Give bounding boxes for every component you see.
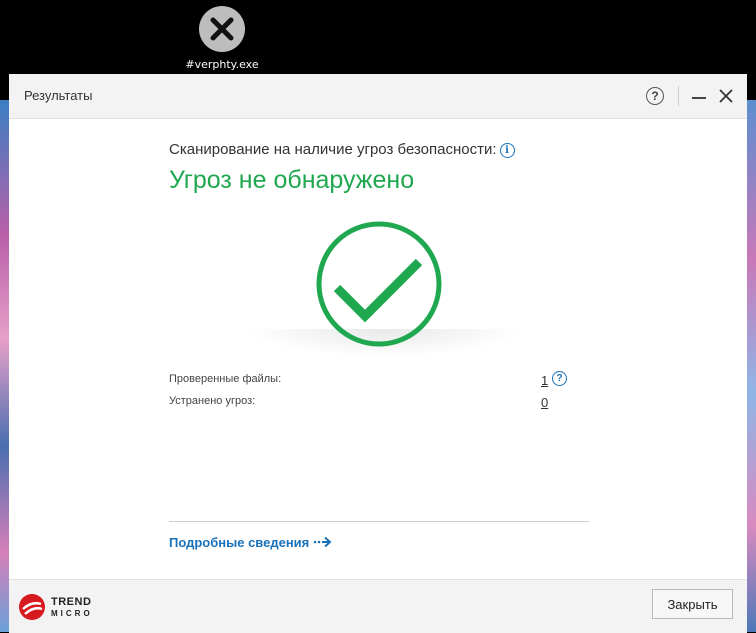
dialog-footer: TREND MICRO Закрыть: [9, 579, 747, 633]
stat-label: Устранено угроз:: [169, 395, 256, 407]
logo-line1: TREND: [51, 596, 92, 608]
desktop-wallpaper-right: [747, 100, 756, 632]
threats-fixed-count[interactable]: 0: [541, 395, 548, 410]
checked-files-count[interactable]: 1: [541, 373, 548, 388]
close-button[interactable]: Закрыть: [652, 589, 733, 619]
minimize-icon[interactable]: [692, 97, 706, 99]
info-icon[interactable]: i: [499, 143, 515, 158]
help-icon[interactable]: ?: [646, 87, 664, 105]
stat-row-checked-files: Проверенные файлы: 1 ?: [169, 371, 567, 388]
dialog-titlebar: Результаты ?: [9, 74, 747, 119]
close-circle-icon: [199, 6, 245, 52]
status-heading: Угроз не обнаружено: [169, 166, 415, 194]
logo-text: TREND MICRO: [51, 596, 93, 620]
details-link[interactable]: Подробные сведения: [169, 535, 333, 550]
checkmark-icon: [315, 220, 443, 348]
scan-description: Сканирование на наличие угроз безопаснос…: [169, 141, 515, 158]
stat-label: Проверенные файлы:: [169, 373, 282, 385]
arrow-right-icon: [313, 535, 333, 550]
desktop-wallpaper-left: [0, 100, 9, 632]
titlebar-separator: [678, 86, 679, 106]
stat-row-threats-fixed: Устранено угроз: 0: [169, 395, 549, 410]
desktop-file-label: #verphty.exe: [185, 58, 259, 71]
close-icon[interactable]: [719, 89, 733, 103]
content-divider: [169, 521, 589, 522]
scan-text: Сканирование на наличие угроз безопаснос…: [169, 141, 497, 158]
trend-micro-logo: TREND MICRO: [17, 590, 117, 624]
logo-line2: MICRO: [51, 609, 93, 618]
question-icon[interactable]: ?: [552, 371, 567, 386]
details-link-label: Подробные сведения: [169, 535, 310, 550]
results-dialog: Результаты ? Сканирование на наличие угр…: [9, 74, 747, 633]
desktop-file-icon[interactable]: #verphty.exe: [180, 4, 264, 72]
dialog-title: Результаты: [24, 88, 93, 103]
trend-micro-logo-icon: [19, 594, 45, 620]
